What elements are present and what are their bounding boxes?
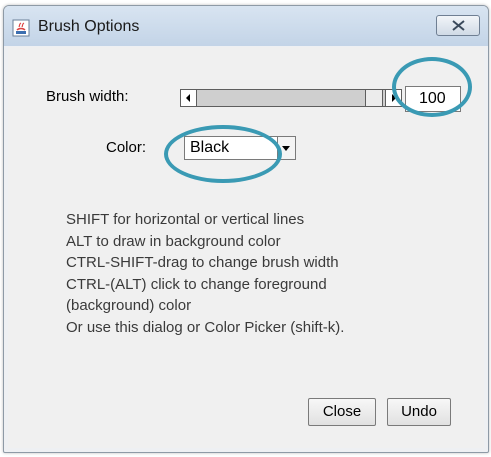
- slider-right-button[interactable]: [385, 90, 401, 106]
- dialog-content: Brush width: 100 Color: Black SHIFT for …: [8, 47, 484, 448]
- arrow-right-icon: [392, 94, 396, 102]
- color-dropdown-value: Black: [190, 139, 230, 156]
- brush-width-label: Brush width:: [46, 88, 129, 105]
- help-line: Or use this dialog or Color Picker (shif…: [66, 318, 345, 336]
- brush-width-field[interactable]: 100: [405, 86, 461, 112]
- brush-width-slider[interactable]: [180, 89, 402, 107]
- slider-thumb[interactable]: [365, 90, 383, 106]
- window-close-button[interactable]: [436, 15, 480, 36]
- help-line: CTRL-(ALT) click to change foreground: [66, 275, 327, 293]
- slider-left-button[interactable]: [181, 90, 197, 106]
- brush-options-dialog: Brush Options Brush width: 100 Color: Bl…: [3, 5, 489, 453]
- arrow-left-icon: [186, 94, 190, 102]
- help-line: ALT to draw in background color: [66, 232, 281, 250]
- window-title: Brush Options: [38, 18, 140, 35]
- java-app-icon: [12, 19, 30, 37]
- close-button[interactable]: Close: [308, 398, 376, 426]
- color-label: Color:: [106, 139, 147, 156]
- help-line: (background) color: [66, 297, 192, 315]
- color-dropdown[interactable]: Black: [184, 136, 296, 160]
- title-bar[interactable]: Brush Options: [4, 6, 488, 46]
- undo-button[interactable]: Undo: [387, 398, 451, 426]
- close-icon: [452, 20, 465, 31]
- help-line: SHIFT for horizontal or vertical lines: [66, 211, 305, 228]
- help-line: CTRL-SHIFT-drag to change brush width: [66, 254, 339, 272]
- help-text: SHIFT for horizontal or vertical lines A…: [66, 209, 344, 339]
- chevron-down-icon[interactable]: [277, 137, 295, 159]
